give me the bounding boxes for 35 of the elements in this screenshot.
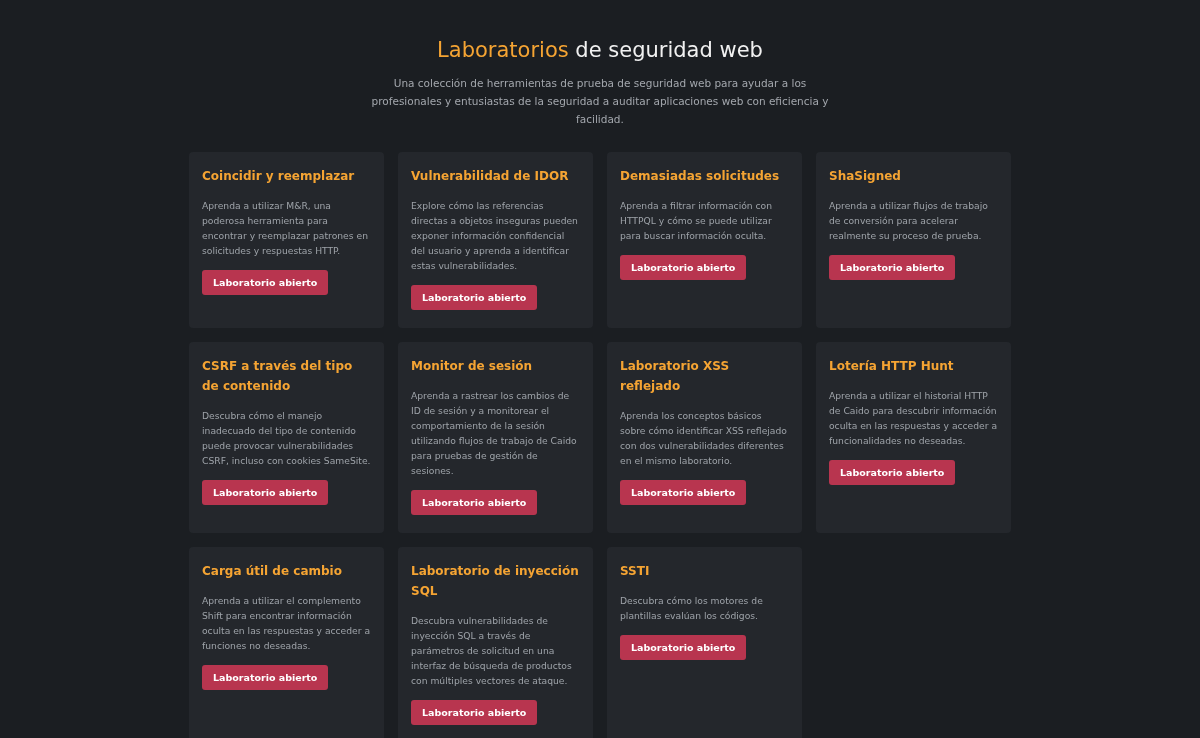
open-lab-button[interactable]: Laboratorio abierto xyxy=(620,480,747,505)
lab-title: Monitor de sesión xyxy=(411,358,533,375)
page-title: Laboratorios de seguridad web xyxy=(436,37,764,64)
open-lab-button[interactable]: Laboratorio abierto xyxy=(829,255,956,280)
lab-description: Descubra cómo el manejo inadecuado del tipo de contenido puede provocar vulnerabilidades CSRF, incluso con cookies SameSite. xyxy=(202,409,371,468)
lab-description: Aprenda a utilizar el complemento Shift para encontrar información oculta en las respuestas y acceder a funciones no deseadas. xyxy=(202,594,371,653)
lab-title: Carga útil de cambio xyxy=(202,563,342,580)
open-lab-button[interactable]: Laboratorio abierto xyxy=(411,490,538,515)
lab-title: CSRF a través del tipo de contenido xyxy=(202,358,354,395)
open-lab-button[interactable]: Laboratorio abierto xyxy=(202,480,329,505)
lab-description: Aprenda a rastrear los cambios de ID de sesión y a monitorear el comportamiento de la sesión utilizando flujos de trabajo de Caido para pruebas de gestión de sesiones. xyxy=(411,389,578,478)
lab-description: Explore cómo las referencias directas a objetos inseguras pueden exponer información confidencial del usuario y aprenda a identificar estas vulnerabilidades. xyxy=(411,199,579,273)
open-lab-button[interactable]: Laboratorio abierto xyxy=(202,270,329,295)
lab-description: Aprenda a utilizar el historial HTTP de Caido para descubrir información oculta en las respuestas y acceder a funcionalidades no deseadas. xyxy=(829,389,998,448)
lab-title: SSTI xyxy=(620,563,650,580)
lab-description: Aprenda a utilizar M&R, una poderosa herramienta para encontrar y reemplazar patrones en solicitudes y respuestas HTTP. xyxy=(202,199,369,258)
lab-title: Coincidir y reemplazar xyxy=(202,168,355,185)
lab-description: Aprenda a utilizar flujos de trabajo de conversión para acelerar realmente su proceso de prueba. xyxy=(829,199,989,243)
lab-description: Descubra cómo los motores de plantillas evalúan los códigos. xyxy=(620,594,764,623)
lab-description: Aprenda los conceptos básicos sobre cómo identificar XSS reflejado con dos vulnerabilidades diferentes en el mismo laboratorio. xyxy=(620,409,788,468)
lab-title: Laboratorio de inyección SQL xyxy=(411,563,580,600)
lab-description: Descubra vulnerabilidades de inyección SQL a través de parámetros de solicitud en una interfaz de búsqueda de productos con múltiples vectores de ataque. xyxy=(411,614,573,688)
lab-title: Laboratorio XSS reflejado xyxy=(620,358,731,395)
open-lab-button[interactable]: Laboratorio abierto xyxy=(620,635,747,660)
open-lab-button[interactable]: Laboratorio abierto xyxy=(202,665,329,690)
open-lab-button[interactable]: Laboratorio abierto xyxy=(411,285,538,310)
lab-title: Vulnerabilidad de IDOR xyxy=(411,168,569,185)
lab-title: Demasiadas solicitudes xyxy=(620,168,780,185)
page-subtitle: Una colección de herramientas de prueba de seguridad web para ayudar a los profesionales y entusiastas de la seguridad a auditar aplicaciones web con eficiencia y facilidad. xyxy=(370,76,830,127)
lab-title: Lotería HTTP Hunt xyxy=(829,358,954,375)
open-lab-button[interactable]: Laboratorio abierto xyxy=(829,460,956,485)
open-lab-button[interactable]: Laboratorio abierto xyxy=(411,700,538,725)
lab-title: ShaSigned xyxy=(829,168,901,185)
open-lab-button[interactable]: Laboratorio abierto xyxy=(620,255,747,280)
lab-description: Aprenda a filtrar información con HTTPQL y cómo se puede utilizar para buscar información oculta. xyxy=(620,199,774,243)
